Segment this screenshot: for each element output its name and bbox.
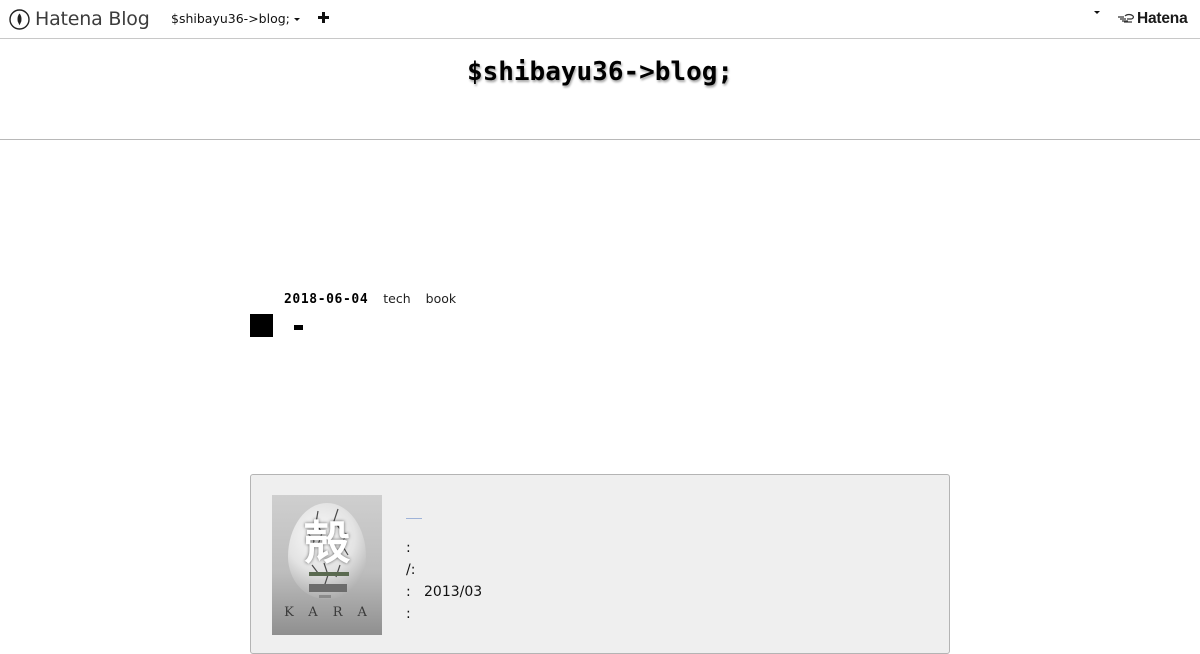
detail-key: : xyxy=(406,606,411,622)
category-link-book[interactable]: book xyxy=(426,291,456,306)
entry-title-glyph xyxy=(294,325,303,330)
caret-down-icon xyxy=(293,17,300,21)
global-header: Hatena Blog $shibayu36->blog; Hatena xyxy=(0,0,1200,39)
book-detail-row: : xyxy=(406,537,482,559)
hatena-bird-icon xyxy=(1118,13,1134,23)
user-menu-dropdown[interactable] xyxy=(1093,11,1103,33)
caret-down-icon xyxy=(1094,11,1100,33)
hatena-blog-pen-icon xyxy=(9,8,30,30)
hatena-blog-brand-link[interactable]: Hatena Blog xyxy=(9,7,150,31)
detail-value: 2013/03 xyxy=(424,584,483,600)
entry-meta: 2018-06-04 tech book xyxy=(284,291,456,307)
brand-label: Hatena Blog xyxy=(35,8,150,30)
book-title-link[interactable] xyxy=(406,518,422,519)
blog-title-link[interactable]: $shibayu36->blog; xyxy=(0,57,1200,87)
blog-selector-label: $shibayu36->blog; xyxy=(171,11,290,26)
book-cover-image[interactable]: 殻 KARA xyxy=(272,495,382,635)
detail-key: : xyxy=(406,540,411,556)
detail-key: /: xyxy=(406,562,416,578)
cover-title: 殻 xyxy=(304,516,350,570)
cover-bottom-text: KARA xyxy=(284,605,382,620)
blog-header: $shibayu36->blog; xyxy=(0,39,1200,140)
add-entry-button[interactable] xyxy=(317,11,331,25)
detail-key: : xyxy=(406,584,411,600)
book-detail-row: : 2013/03 xyxy=(406,581,482,603)
book-detail-row: /: xyxy=(406,559,482,581)
hatena-logo-link[interactable]: Hatena xyxy=(1117,10,1188,28)
hatena-label: Hatena xyxy=(1137,10,1188,27)
book-embed-card: 殻 KARA xyxy=(250,474,950,654)
entry-date-link[interactable]: 2018-06-04 xyxy=(284,292,368,307)
category-link-tech[interactable]: tech xyxy=(383,291,410,306)
blog-selector-dropdown[interactable]: $shibayu36->blog; xyxy=(171,11,300,26)
cover-subtitle-mark xyxy=(309,572,349,576)
book-detail-row: : xyxy=(406,603,482,625)
cover-author-mark xyxy=(319,595,331,598)
cover-author-mark xyxy=(309,584,347,592)
book-details: : /: : 2013/03 : xyxy=(406,537,482,625)
entry-title-glyph xyxy=(250,314,273,337)
